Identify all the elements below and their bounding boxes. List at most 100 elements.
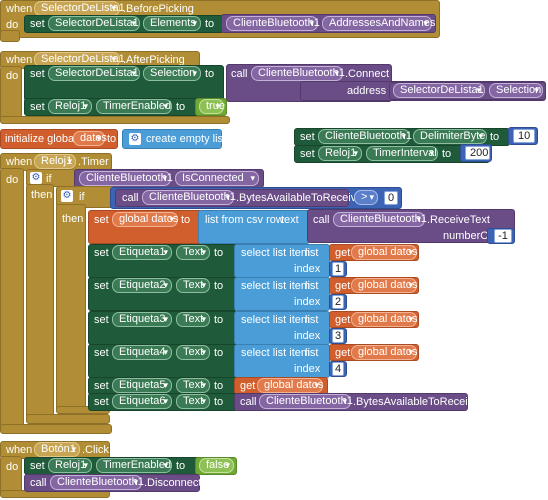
component-dropdown[interactable]: ClienteBluetooth1 [79, 171, 173, 186]
property-dropdown[interactable]: AddressesAndNames [322, 16, 435, 31]
when-label: when [6, 3, 33, 15]
property-dropdown[interactable]: Text [176, 245, 210, 260]
set-label: set [94, 247, 109, 259]
event-name: .Click [82, 444, 109, 456]
select-list-item-label: select list item [241, 247, 311, 259]
component-dropdown[interactable]: ClienteBluetooth1 [251, 66, 345, 81]
component-dropdown[interactable]: Etiqueta4 [112, 345, 172, 360]
gear-icon[interactable]: ⚙ [61, 190, 73, 202]
component-dropdown[interactable]: ClienteBluetooth1 [318, 129, 412, 144]
number-value[interactable]: 0 [384, 191, 398, 205]
index-label: index [294, 263, 321, 275]
operator-dropdown[interactable]: > [354, 190, 378, 205]
event-block-timer-body [0, 168, 24, 430]
set-label: set [30, 101, 45, 113]
property-dropdown[interactable]: Selection [143, 66, 201, 81]
number-value[interactable]: 10 [513, 129, 535, 143]
property-dropdown[interactable]: Text [176, 345, 210, 360]
to-label: to [214, 314, 224, 326]
component-dropdown[interactable]: SelectorDeLista1 [34, 1, 125, 16]
call-label: call [240, 396, 257, 408]
property-dropdown[interactable]: TimerEnabled [96, 99, 172, 114]
property-dropdown[interactable]: Elements [143, 16, 201, 31]
property-dropdown[interactable]: Selection [489, 83, 543, 98]
event-block-timer-bottom [0, 424, 112, 434]
list-label: list [305, 280, 319, 292]
call-label: call [231, 68, 248, 80]
event-name: .BeforePicking [123, 3, 194, 15]
component-dropdown[interactable]: SelectorDeLista1 [393, 83, 485, 98]
property-dropdown[interactable]: DelimiterByte [413, 129, 487, 144]
when-label: when [6, 444, 33, 456]
variable-dropdown[interactable]: global datos [257, 378, 323, 393]
list-from-csv-row-label: list from csv row [205, 214, 284, 226]
component-dropdown[interactable]: Reloj1 [48, 458, 92, 473]
component-dropdown[interactable]: Reloj1 [318, 146, 362, 161]
number-value[interactable]: -1 [494, 229, 512, 243]
variable-dropdown[interactable]: global datos [351, 345, 417, 360]
list-label: list [305, 347, 319, 359]
call-label: call [30, 477, 47, 489]
set-label: set [300, 148, 315, 160]
component-dropdown[interactable]: Reloj1 [34, 154, 76, 169]
component-dropdown[interactable]: ClienteBluetooth1 [142, 190, 236, 205]
method-name: .ReceiveText [427, 214, 490, 226]
variable-dropdown[interactable]: global datos [112, 212, 178, 227]
number-value[interactable]: 200 [465, 146, 490, 160]
method-name: .Connect [345, 68, 390, 80]
number-value[interactable]: 3 [332, 329, 344, 343]
to-label: to [214, 396, 224, 408]
component-dropdown[interactable]: SelectorDeLista1 [48, 16, 140, 31]
component-dropdown[interactable]: Botón1 [34, 442, 80, 457]
event-name: .Timer [78, 156, 109, 168]
set-label: set [94, 280, 109, 292]
gear-icon[interactable]: ⚙ [30, 172, 42, 184]
property-dropdown[interactable]: TimerEnabled [96, 458, 172, 473]
variable-name-field[interactable]: datos [73, 131, 107, 146]
list-label: list [305, 247, 319, 259]
property-dropdown[interactable]: TimerInterval [366, 146, 438, 161]
component-dropdown[interactable]: ClienteBluetooth1 [226, 16, 320, 31]
then-label: then [62, 213, 84, 225]
property-dropdown[interactable]: Text [176, 312, 210, 327]
property-dropdown[interactable]: Text [176, 394, 210, 409]
number-value[interactable]: 1 [332, 262, 344, 276]
variable-dropdown[interactable]: global datos [351, 278, 417, 293]
event-block-afterpicking-bottom [0, 116, 230, 124]
set-label: set [300, 131, 315, 143]
component-dropdown[interactable]: Etiqueta5 [112, 378, 172, 393]
if-block-outer-bottom [26, 414, 110, 424]
to-label: to [214, 380, 224, 392]
component-dropdown[interactable]: ClienteBluetooth1 [333, 212, 427, 227]
get-label: get [240, 380, 256, 392]
do-label: do [6, 174, 19, 186]
component-dropdown[interactable]: ClienteBluetooth1 [259, 394, 353, 409]
property-dropdown[interactable]: Text [176, 378, 210, 393]
component-dropdown[interactable]: SelectorDeLista1 [48, 66, 140, 81]
component-dropdown[interactable]: Etiqueta3 [112, 312, 172, 327]
to-label: to [181, 214, 191, 226]
component-dropdown[interactable]: Reloj1 [48, 99, 92, 114]
variable-dropdown[interactable]: global datos [351, 312, 417, 327]
component-dropdown[interactable]: Etiqueta1 [112, 245, 172, 260]
boolean-dropdown[interactable]: false [199, 458, 234, 473]
component-dropdown[interactable]: Etiqueta2 [112, 278, 172, 293]
gear-icon[interactable]: ⚙ [129, 133, 141, 145]
to-label: to [176, 460, 186, 472]
component-dropdown[interactable]: Etiqueta6 [112, 394, 172, 409]
to-label: to [214, 247, 224, 259]
initialize-global-label: initialize global [5, 133, 77, 145]
select-list-item-label: select list item [241, 280, 311, 292]
property-dropdown[interactable]: Text [176, 278, 210, 293]
do-label: do [6, 461, 19, 473]
select-list-item-label: select list item [241, 347, 311, 359]
number-value[interactable]: 2 [332, 295, 344, 309]
component-dropdown[interactable]: ClienteBluetooth1 [50, 475, 144, 490]
boolean-dropdown[interactable]: true [199, 99, 225, 114]
to-label: to [442, 148, 452, 160]
property-dropdown[interactable]: IsConnected [175, 171, 259, 186]
do-label: do [6, 70, 19, 82]
to-label: to [214, 347, 224, 359]
number-value[interactable]: 4 [332, 362, 344, 376]
variable-dropdown[interactable]: global datos [351, 245, 417, 260]
